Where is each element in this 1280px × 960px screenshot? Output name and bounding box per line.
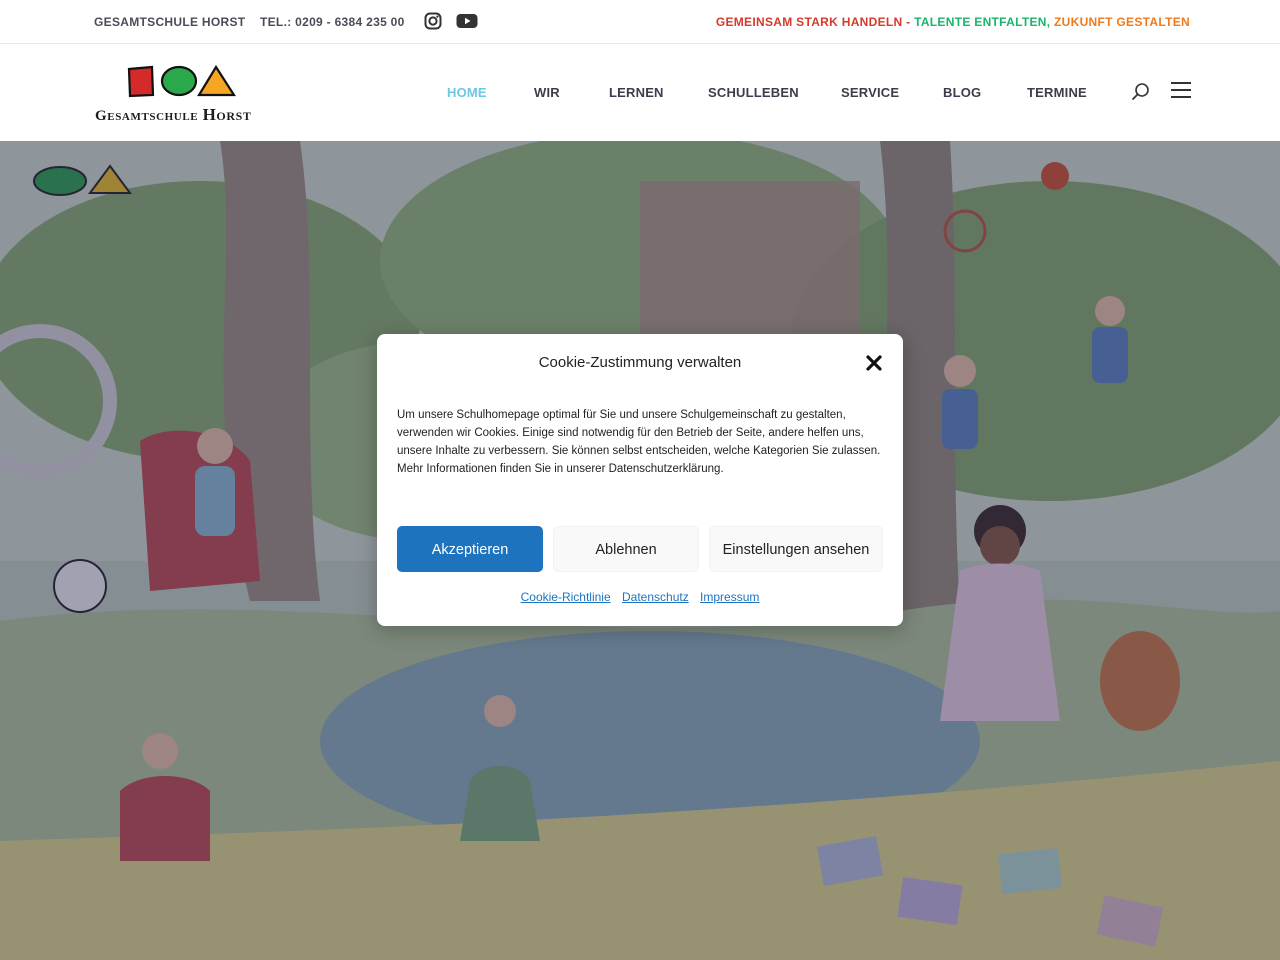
nav-schulleben[interactable]: SCHULLEBEN [708, 85, 799, 100]
view-settings-button[interactable]: Einstellungen ansehen [709, 526, 883, 572]
slogan: GEMEINSAM STARK HANDELN - TALENTE ENTFAL… [716, 15, 1190, 29]
imprint-link[interactable]: Impressum [700, 590, 759, 604]
cookie-dialog-text: Um unsere Schulhomepage optimal für Sie … [397, 409, 881, 475]
close-icon[interactable] [865, 354, 883, 372]
youtube-icon[interactable] [456, 13, 478, 29]
logo-wordmark: Gesamtschule Horst [95, 105, 252, 125]
menu-icon[interactable] [1171, 82, 1191, 98]
logo-text-big: Horst [202, 105, 252, 124]
instagram-icon[interactable] [424, 12, 442, 30]
cookie-policy-link[interactable]: Cookie-Richtlinie [521, 590, 611, 604]
cookie-dialog-title: Cookie-Zustimmung verwalten [538, 354, 742, 371]
cookie-links: Cookie-Richtlinie Datenschutz Impressum [377, 590, 903, 604]
nav-service[interactable]: SERVICE [841, 85, 899, 100]
nav-blog[interactable]: BLOG [943, 85, 981, 100]
cookie-consent-dialog: Cookie-Zustimmung verwalten Um unsere Sc… [377, 334, 903, 626]
nav-lernen[interactable]: LERNEN [609, 85, 664, 100]
slogan-part-1: GEMEINSAM STARK HANDELN [715, 15, 903, 29]
nav-home[interactable]: HOME [447, 85, 487, 100]
phone-number[interactable]: TEL.: 0209 - 6384 235 00 [260, 15, 405, 29]
main-header: Gesamtschule Horst HOME WIR LERNEN SCHUL… [0, 45, 1280, 141]
school-name: GESAMTSCHULE HORST [94, 15, 246, 29]
top-bar: GESAMTSCHULE HORST TEL.: 0209 - 6384 235… [0, 0, 1280, 44]
slogan-part-3: ZUKUNFT GESTALTEN [1054, 15, 1190, 29]
logo-text-small: Gesamtschule [95, 108, 199, 124]
nav-termine[interactable]: TERMINE [1027, 85, 1087, 100]
nav-wir[interactable]: WIR [534, 85, 560, 100]
privacy-link[interactable]: Datenschutz [622, 590, 689, 604]
slogan-part-2: TALENTE ENTFALTEN, [914, 15, 1051, 29]
deny-button[interactable]: Ablehnen [553, 526, 699, 572]
accept-button[interactable]: Akzeptieren [397, 526, 543, 572]
slogan-separator: - [902, 15, 915, 29]
search-icon[interactable] [1131, 82, 1151, 102]
